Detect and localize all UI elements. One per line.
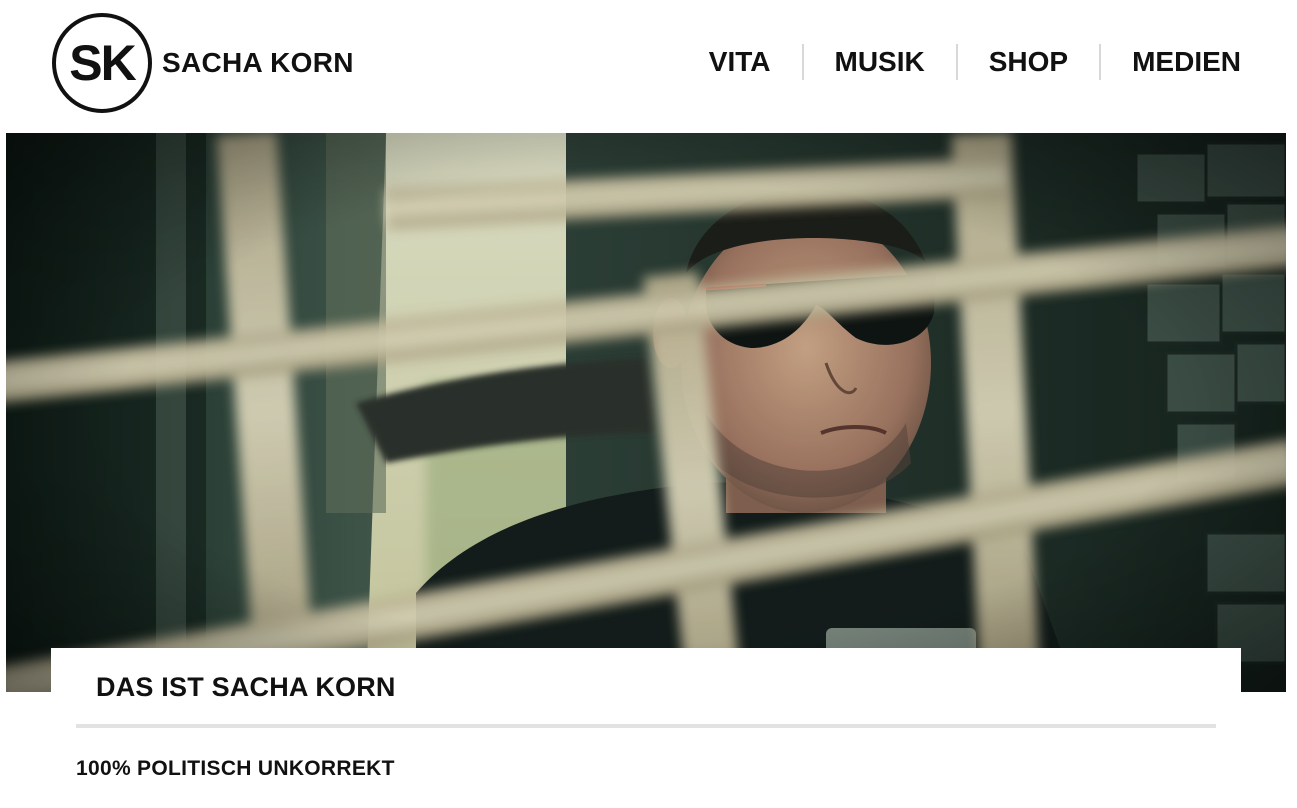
logo-monogram: SK (69, 35, 136, 91)
hero-photo-icon (6, 133, 1286, 692)
nav-item-musik[interactable]: MUSIK (804, 44, 956, 80)
logo-circle-icon: SK (52, 13, 152, 113)
site-header: SK SACHA KORN VITA MUSIK SHOP MEDIEN (0, 0, 1297, 128)
nav-item-shop[interactable]: SHOP (958, 44, 1099, 80)
page-title: DAS IST SACHA KORN (96, 672, 396, 702)
title-divider (76, 724, 1216, 728)
nav-item-medien[interactable]: MEDIEN (1101, 44, 1241, 80)
hero-image (6, 133, 1286, 692)
nav-item-vita[interactable]: VITA (678, 44, 802, 80)
main-nav: VITA MUSIK SHOP MEDIEN (678, 44, 1241, 80)
intro-card: DAS IST SACHA KORN 100% POLITISCH UNKORR… (51, 648, 1241, 808)
site-name: SACHA KORN (162, 47, 354, 78)
logo-link[interactable]: SK SACHA KORN (52, 13, 354, 113)
tagline: 100% POLITISCH UNKORREKT (76, 757, 395, 780)
